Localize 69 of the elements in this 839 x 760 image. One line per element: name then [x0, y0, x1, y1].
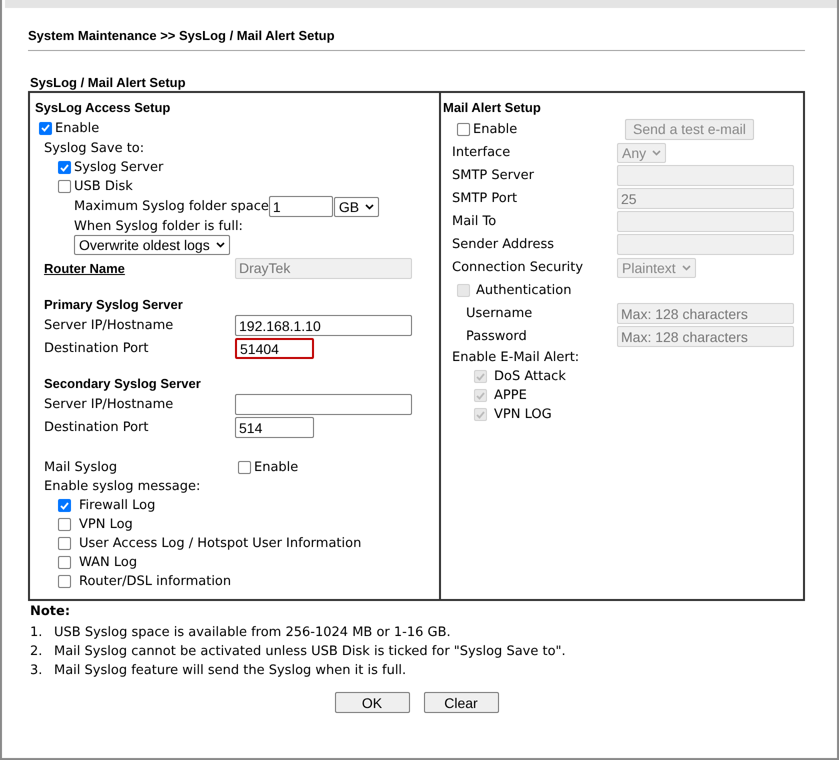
- checkbox[interactable]: [58, 556, 71, 569]
- panel-heading: Mail Alert Setup: [442, 98, 542, 117]
- unit-select[interactable]: GB: [334, 196, 380, 216]
- checkbox[interactable]: [58, 499, 71, 512]
- input-field[interactable]: [235, 394, 412, 415]
- checkbox[interactable]: [238, 460, 251, 474]
- checkbox-label: Enable: [473, 122, 518, 136]
- field-label: When Syslog folder is full:: [74, 218, 243, 234]
- chevron-icon: [652, 150, 662, 156]
- checkbox[interactable]: [58, 161, 71, 174]
- field-label: SMTP Server: [452, 168, 536, 183]
- group-heading: Secondary Syslog Server: [43, 374, 202, 393]
- field-label: Enable E-Mail Alert:: [452, 350, 580, 365]
- field-label: Destination Port: [44, 420, 150, 435]
- input-field[interactable]: 1: [268, 196, 333, 217]
- checkbox-label: Router/DSL information: [79, 574, 232, 589]
- chevron-icon: [365, 204, 374, 210]
- note-text: Mail Syslog cannot be activated unless USB Disk is ticked for "Syslog Save to".: [54, 644, 566, 659]
- clear-button[interactable]: Clear: [424, 692, 498, 713]
- checkbox-label: APPE: [494, 388, 527, 403]
- chevron-icon: [682, 264, 691, 270]
- note-number: 2.: [30, 644, 44, 659]
- input-field[interactable]: 192.168.1.10: [235, 315, 412, 336]
- field-label: Sender Address: [452, 237, 555, 252]
- field-label: Maximum Syslog folder space: [74, 199, 269, 214]
- checkbox-label: VPN Log: [79, 517, 133, 532]
- checkbox-label: Authentication: [476, 283, 572, 298]
- page-title: System Maintenance >> SysLog / Mail Alert Setup: [28, 28, 336, 45]
- note-number: 3.: [30, 663, 44, 678]
- field-label: Syslog Save to:: [44, 141, 144, 156]
- chevron-icon: [216, 242, 225, 248]
- checkbox-label: DoS Attack: [494, 369, 566, 384]
- note-text: USB Syslog space is available from 256-1024 MB or 1-16 GB.: [54, 625, 451, 640]
- checkbox-label: USB Disk: [74, 179, 133, 194]
- checkbox[interactable]: [457, 122, 470, 136]
- field-label: Server IP/Hostname: [44, 397, 174, 412]
- note-number: 1.: [30, 625, 44, 640]
- note-heading: Note:: [29, 604, 72, 621]
- field-label: Server IP/Hostname: [44, 318, 174, 333]
- checkbox-label: Syslog Server: [74, 160, 164, 175]
- checkbox[interactable]: [58, 518, 71, 531]
- section-title: SysLog / Mail Alert Setup: [29, 75, 187, 91]
- group-heading: Primary Syslog Server: [43, 296, 184, 314]
- checkbox-label: Enable: [55, 120, 100, 136]
- checkbox-label: Enable: [254, 460, 298, 474]
- field-label: Connection Security: [452, 260, 584, 275]
- input-field[interactable]: 25: [617, 188, 794, 209]
- checkbox-label: User Access Log / Hotspot User Information: [79, 536, 362, 551]
- note-text: Mail Syslog feature will send the Syslog when it is full.: [54, 663, 406, 678]
- field-label: Mail To: [452, 214, 498, 229]
- checkbox[interactable]: [39, 122, 52, 134]
- checkbox[interactable]: [58, 537, 71, 550]
- field-label: Password: [466, 329, 528, 344]
- panel-heading: SysLog Access Setup: [34, 98, 172, 117]
- input-field[interactable]: 514: [235, 417, 314, 438]
- field-label: Mail Syslog: [44, 460, 118, 474]
- checkbox[interactable]: [58, 575, 71, 588]
- field-label: Interface: [452, 145, 512, 160]
- ok-button[interactable]: OK: [334, 692, 410, 713]
- checkbox-label: VPN LOG: [494, 407, 552, 422]
- action-select[interactable]: Overwrite oldest logs: [74, 235, 230, 255]
- input-field[interactable]: 51404: [235, 338, 314, 359]
- field-label: Destination Port: [44, 341, 150, 356]
- field-label: Username: [466, 306, 534, 321]
- checkbox-label: WAN Log: [79, 555, 138, 570]
- field-label: Enable syslog message:: [44, 479, 200, 494]
- checkbox[interactable]: [58, 180, 71, 193]
- checkbox-label: Firewall Log: [79, 498, 156, 513]
- field-label: SMTP Port: [452, 191, 518, 206]
